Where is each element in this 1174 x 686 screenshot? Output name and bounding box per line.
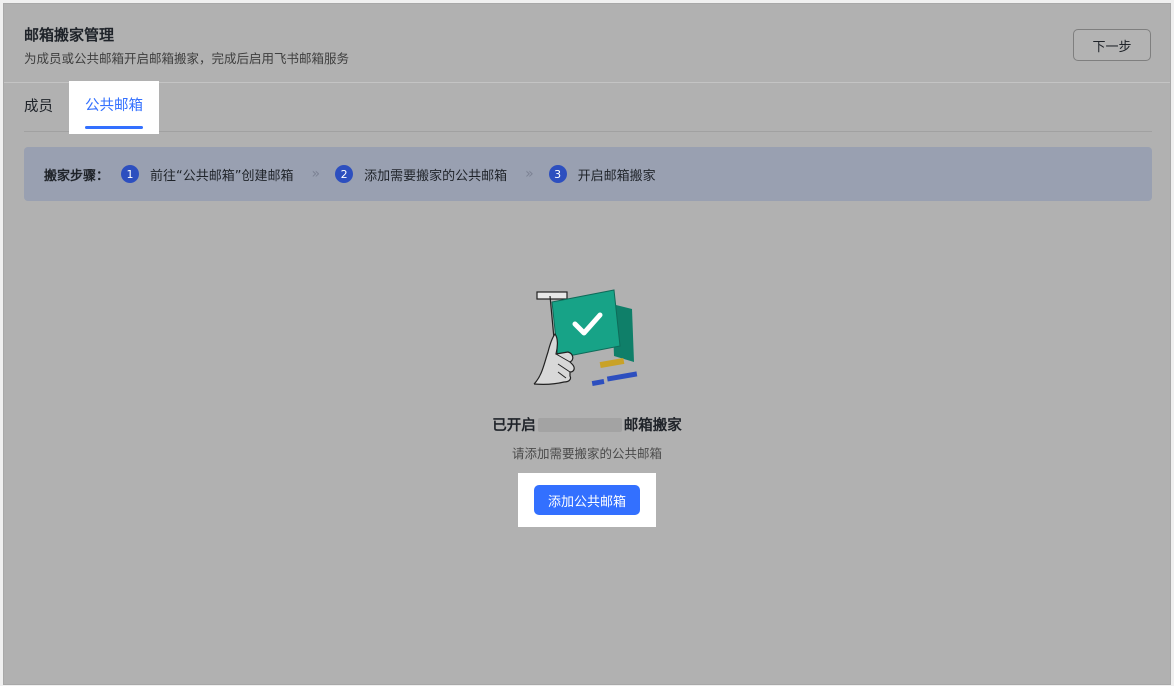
- step-2-badge: 2: [335, 165, 354, 183]
- tab-public-mailbox-label: 公共邮箱: [85, 98, 143, 114]
- add-public-mailbox-highlight: 添加公共邮箱: [517, 473, 656, 527]
- empty-state: 已开启 邮箱搬家 请添加需要搬家的公共邮箱 添加公共邮箱: [4, 284, 1170, 527]
- app-window: 邮箱搬家管理 为成员或公共邮箱开启邮箱搬家，完成后启用飞书邮箱服务 下一步 成员…: [3, 3, 1171, 685]
- page-header: 邮箱搬家管理 为成员或公共邮箱开启邮箱搬家，完成后启用飞书邮箱服务 下一步: [4, 4, 1170, 83]
- chevron-double-right-icon: »: [525, 166, 533, 182]
- step-2-text: 添加需要搬家的公共邮箱: [364, 168, 508, 184]
- migration-steps-banner: 搬家步骤： 1 前往“公共邮箱”创建邮箱 » 2 添加需要搬家的公共邮箱 » 3…: [24, 147, 1152, 201]
- page-subtitle: 为成员或公共邮箱开启邮箱搬家，完成后启用飞书邮箱服务: [24, 51, 350, 66]
- step-1-text: 前往“公共邮箱”创建邮箱: [150, 168, 294, 184]
- step-3-badge: 3: [548, 165, 567, 183]
- tab-members[interactable]: 成员: [8, 83, 69, 131]
- active-tab-indicator: [85, 126, 143, 129]
- empty-state-title-suffix: 邮箱搬家: [623, 418, 682, 434]
- empty-state-hint: 请添加需要搬家的公共邮箱: [511, 446, 662, 461]
- page-title: 邮箱搬家管理: [24, 26, 115, 44]
- step-3-text: 开启邮箱搬家: [577, 168, 656, 184]
- add-public-mailbox-button[interactable]: 添加公共邮箱: [533, 485, 640, 515]
- steps-lead: 搬家步骤：: [44, 168, 110, 184]
- empty-state-title-prefix: 已开启: [492, 418, 536, 434]
- step-1-badge: 1: [121, 165, 140, 183]
- empty-state-title: 已开启 邮箱搬家: [492, 414, 682, 435]
- tab-public-mailbox[interactable]: 公共邮箱: [69, 81, 159, 134]
- chevron-double-right-icon: »: [311, 166, 320, 182]
- hand-holding-checkmark-flag-icon: [533, 289, 638, 386]
- tab-bar: 成员 公共邮箱: [24, 81, 1152, 134]
- redacted-domain: [537, 417, 622, 432]
- next-step-button[interactable]: 下一步: [1073, 29, 1151, 61]
